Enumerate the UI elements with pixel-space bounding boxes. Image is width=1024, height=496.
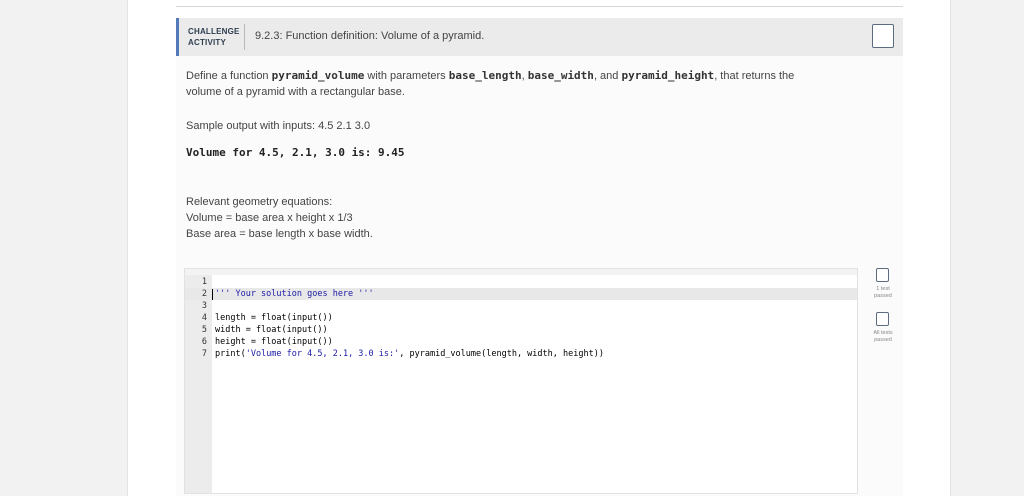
code-line-active[interactable]: 2 ''' Your solution goes here ''' [185,288,857,300]
line-number: 3 [201,301,207,311]
code-line[interactable]: 6 height = float(input()) [185,336,857,348]
code-editor[interactable]: 1 2 ''' Your solution goes here ''' 3 4 … [184,268,858,494]
challenge-activity: CHALLENGE ACTIVITY 9.2.3: Function defin… [176,18,903,496]
check-label-line1: 1 test [876,286,890,292]
line-number: 6 [201,337,207,347]
check-label-line2: passed [874,337,892,343]
activity-content: Define a function pyramid_volume with pa… [176,56,903,496]
volume-equation: Volume = base area x height x 1/3 [186,212,353,224]
code-text[interactable]: height = float(input()) [215,336,333,348]
equations-heading: Relevant geometry equations: [186,196,333,208]
line-number: 1 [201,277,207,287]
code-line[interactable]: 7 print('Volume for 4.5, 2.1, 3.0 is:', … [185,348,857,360]
code-text[interactable]: print('Volume for 4.5, 2.1, 3.0 is:', py… [215,348,604,360]
check-label-line1: All tests [873,330,893,336]
code-token: print( [215,349,246,359]
description: Define a function pyramid_volume with pa… [186,68,794,100]
code-string: 'Volume for 4.5, 2.1, 3.0 is:' [245,349,400,359]
code-line[interactable]: 4 length = float(input()) [185,312,857,324]
text-cursor [212,289,213,300]
code-text[interactable]: ''' Your solution goes here ''' [215,288,374,300]
description-text: volume of a pyramid with a rectangular b… [186,86,405,98]
description-text: Define a function [186,70,272,82]
param-pyramid-height: pyramid_height [621,69,715,82]
param-base-length: base_length [448,69,522,82]
header-divider [244,24,245,50]
completion-checkbox [872,24,894,48]
test-checkbox [876,312,889,326]
line-number: 2 [201,289,207,299]
function-name: pyramid_volume [271,69,365,82]
label-line1: CHALLENGE [188,27,240,36]
param-base-width: base_width [527,69,594,82]
test-check-label: All tests passed [868,330,898,344]
code-text[interactable]: width = float(input()) [215,324,328,336]
code-line[interactable]: 5 width = float(input()) [185,324,857,336]
equations: Relevant geometry equations: Volume = ba… [186,194,373,242]
editor-top-bar [185,269,857,275]
divider [176,6,903,7]
description-text: , and [593,70,622,82]
test-check-label: 1 test passed [868,286,898,300]
code-text[interactable]: length = float(input()) [215,312,333,324]
code-line[interactable]: 3 [185,300,857,312]
activity-type-label: CHALLENGE ACTIVITY [188,26,244,48]
label-line2: ACTIVITY [188,38,227,47]
test-checkbox [876,268,889,282]
line-number: 4 [201,313,207,323]
sample-output: Volume for 4.5, 2.1, 3.0 is: 9.45 [186,146,405,159]
line-number: 5 [201,325,207,335]
code-token: , pyramid_volume(length, width, height)) [399,349,604,359]
activity-title: 9.2.3: Function definition: Volume of a … [255,30,485,42]
sample-intro: Sample output with inputs: 4.5 2.1 3.0 [186,120,371,132]
code-line[interactable]: 1 [185,276,857,288]
line-number: 7 [201,349,207,359]
base-area-equation: Base area = base length x base width. [186,228,373,240]
check-label-line2: passed [874,293,892,299]
activity-header: CHALLENGE ACTIVITY 9.2.3: Function defin… [176,18,903,56]
description-text: with parameters [364,70,449,82]
description-text: , that returns the [714,70,795,82]
